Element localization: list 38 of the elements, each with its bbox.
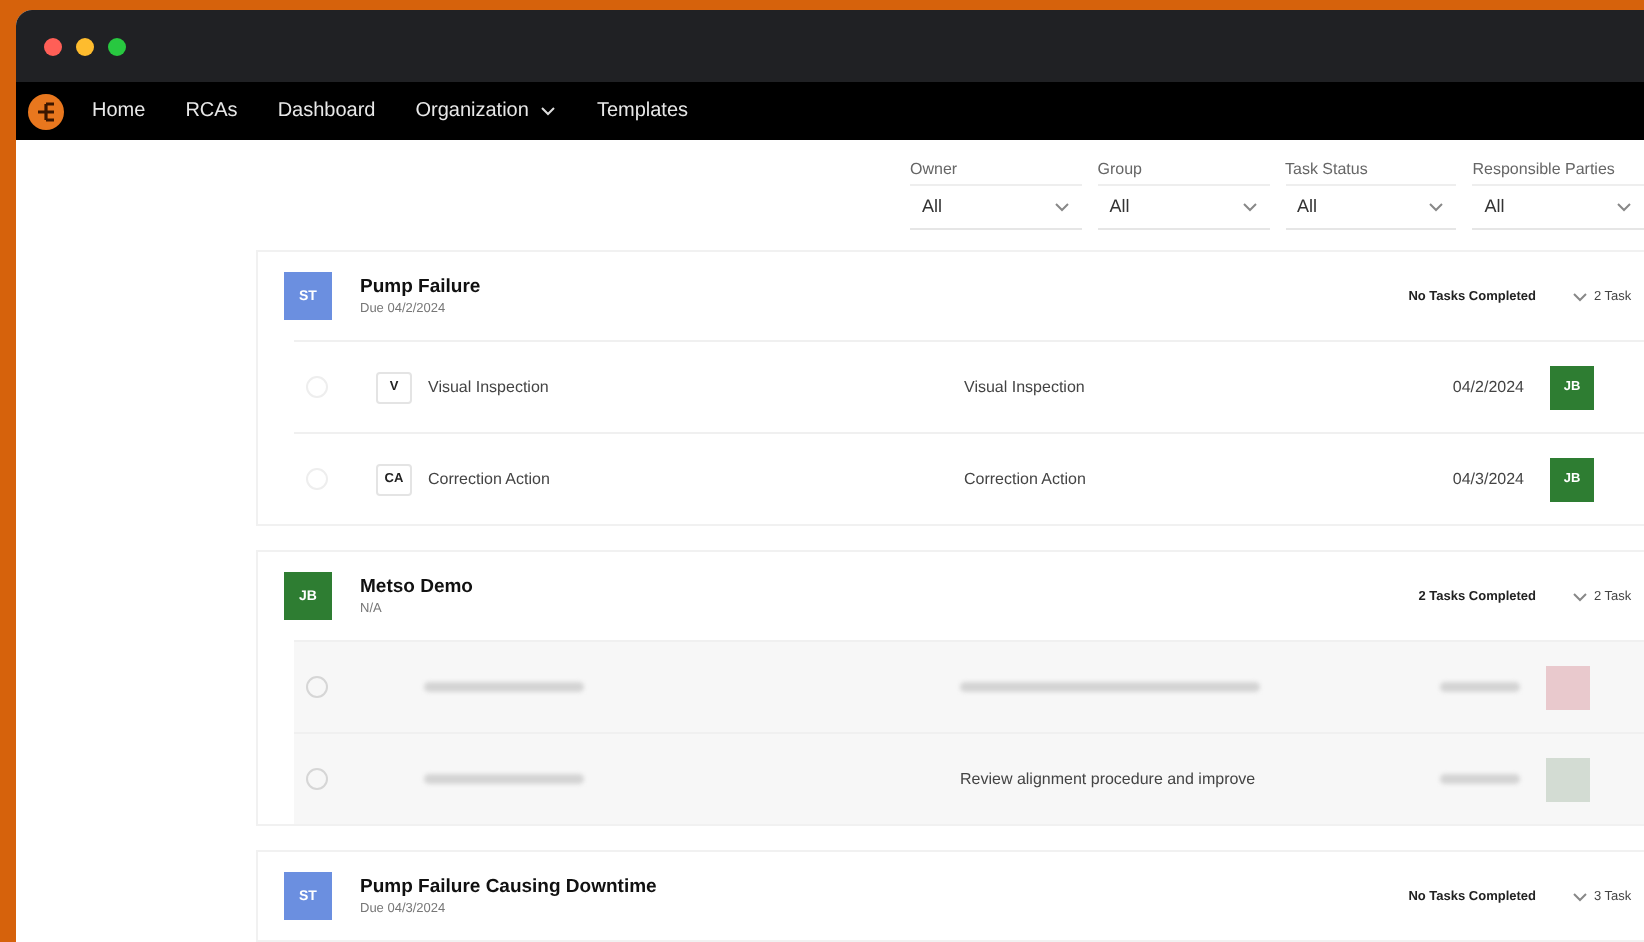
task-description: Correction Action <box>964 470 1088 488</box>
window-control-dot[interactable] <box>108 37 126 55</box>
row-checkbox[interactable] <box>306 676 328 698</box>
filter-label: Owner <box>910 160 1082 186</box>
rca-title: Pump Failure <box>360 276 483 298</box>
nav-link[interactable]: Templates <box>596 100 689 122</box>
rca-title: Pump Failure Causing Downtime <box>360 876 659 898</box>
task-description: Review alignment procedure and improve <box>960 770 1258 788</box>
filter-dropdown[interactable]: All <box>1097 186 1269 230</box>
logo-icon[interactable] <box>28 93 64 129</box>
task-name: Visual Inspection <box>428 378 551 396</box>
filter-label: Responsible Parties <box>1472 160 1644 186</box>
chevron-down-icon <box>1572 291 1588 301</box>
task-date: 04/2/2024 <box>1450 378 1524 396</box>
chevron-down-icon <box>1428 201 1445 211</box>
nav-link[interactable]: Dashboard <box>277 100 376 122</box>
chevron-down-icon <box>1572 591 1588 601</box>
nav-link[interactable]: Home <box>92 100 146 122</box>
chevron-down-icon <box>1616 201 1632 211</box>
chevron-down-icon <box>1572 891 1588 901</box>
window-control-dot[interactable] <box>44 37 62 55</box>
blurred-text <box>1440 682 1520 692</box>
rca-title: Metso Demo <box>360 576 475 598</box>
nav-link[interactable]: Organization <box>415 100 557 122</box>
row-checkbox[interactable] <box>306 768 328 790</box>
window-control-dot[interactable] <box>76 37 94 55</box>
task-description: Visual Inspection <box>964 378 1087 396</box>
filter-dropdown[interactable]: All <box>1285 186 1457 230</box>
blurred-text <box>1440 774 1520 784</box>
filter-label: Group <box>1097 160 1269 186</box>
task-date: 04/3/2024 <box>1450 470 1524 488</box>
chevron-down-icon <box>1241 201 1257 211</box>
nav-link[interactable]: RCAs <box>185 100 238 122</box>
task-name: Correction Action <box>428 470 552 488</box>
chevron-down-icon <box>1053 201 1070 211</box>
filter-label: Task Status <box>1285 160 1457 186</box>
filter-dropdown[interactable]: All <box>1472 186 1644 230</box>
filter-dropdown[interactable]: All <box>910 186 1082 230</box>
